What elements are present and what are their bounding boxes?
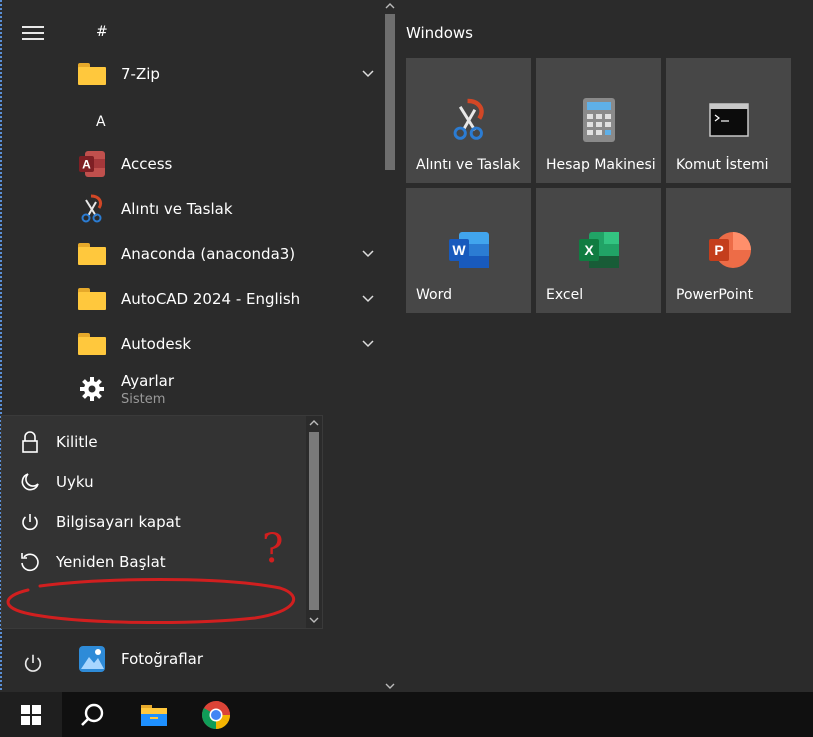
tile-snip-sketch[interactable]: Alıntı ve Taslak [406,58,531,183]
taskbar [0,692,813,737]
app-item-access[interactable]: A Access [76,144,382,184]
svg-text:W: W [452,242,466,258]
tiles-area: Windows Alıntı ve Taslak Hesap Makinesi … [398,0,813,692]
tile-calculator[interactable]: Hesap Makinesi [536,58,661,183]
tile-label: PowerPoint [676,287,754,303]
app-label: Ayarlar [121,371,175,390]
app-item-snip-sketch[interactable]: Alıntı ve Taslak [76,189,382,229]
app-item-autocad[interactable]: AutoCAD 2024 - English [76,279,382,319]
chevron-down-icon[interactable] [362,247,374,259]
power-restart-item[interactable]: Yeniden Başlat [2,542,306,582]
folder-icon [78,243,106,265]
menu-label: Bilgisayarı kapat [56,513,181,531]
word-icon: W [448,232,489,268]
tile-word[interactable]: W Word [406,188,531,313]
tile-group-title[interactable]: Windows [406,24,473,42]
powerpoint-icon: P [708,232,751,268]
power-shutdown-item[interactable]: Bilgisayarı kapat [2,502,306,542]
folder-icon [78,63,106,85]
tile-label: Hesap Makinesi [546,157,656,173]
section-header-hash[interactable]: # [96,24,108,40]
tile-label: Alıntı ve Taslak [416,157,521,173]
app-label: Autodesk [121,335,192,353]
scroll-up-icon[interactable] [309,419,319,427]
tile-label: Word [416,287,452,303]
taskbar-file-explorer[interactable] [124,692,184,737]
power-menu-scrollbar[interactable] [306,416,322,628]
scroll-down-icon[interactable] [309,616,319,624]
taskbar-chrome[interactable] [186,692,246,737]
moon-icon [21,473,39,491]
app-sublabel: Sistem [121,391,166,407]
power-lock-item[interactable]: Kilitle [2,422,306,462]
menu-label: Yeniden Başlat [56,553,166,571]
lock-icon [22,431,38,453]
excel-icon: X [578,232,619,268]
search-icon [81,703,104,726]
app-label: Fotoğraflar [121,650,204,668]
app-item-anaconda[interactable]: Anaconda (anaconda3) [76,234,382,274]
chrome-icon [202,700,230,729]
snip-sketch-icon [81,194,103,223]
app-label: 7-Zip [121,65,160,83]
scroll-up-icon[interactable] [385,2,395,10]
power-icon [22,514,38,531]
file-explorer-icon [141,704,167,726]
app-item-autodesk[interactable]: Autodesk [76,324,382,364]
folder-icon [78,333,106,355]
tile-command-prompt[interactable]: Komut İstemi [666,58,791,183]
scroll-down-icon[interactable] [385,682,395,690]
scrollbar-thumb[interactable] [309,432,319,610]
power-sleep-item[interactable]: Uyku [2,462,306,502]
restart-icon [21,553,39,572]
svg-text:X: X [584,242,594,258]
section-header-a[interactable]: A [96,114,106,130]
windows-logo-icon [21,704,41,725]
snip-sketch-icon [453,98,484,140]
power-menu: Kilitle Uyku Bilgisayarı kapat Yeniden B… [2,416,322,628]
svg-text:A: A [82,158,91,172]
menu-label: Uyku [56,473,94,491]
app-label: AutoCAD 2024 - English [121,290,301,308]
access-icon: A [79,151,105,177]
folder-icon [78,288,106,310]
start-button[interactable] [0,692,62,737]
tile-excel[interactable]: X Excel [536,188,661,313]
tile-powerpoint[interactable]: P PowerPoint [666,188,791,313]
app-item-7zip[interactable]: 7-Zip [76,54,382,94]
calculator-icon [582,98,615,142]
tile-label: Excel [546,287,584,303]
tile-label: Komut İstemi [676,157,769,173]
chevron-down-icon[interactable] [362,337,374,349]
scrollbar-thumb[interactable] [385,14,395,170]
app-list-scrollbar[interactable] [382,0,398,692]
taskbar-search-button[interactable] [62,692,122,737]
chevron-down-icon[interactable] [362,292,374,304]
app-item-settings[interactable]: Ayarlar Sistem [76,369,382,409]
app-item-photos[interactable]: Fotoğraflar [76,639,382,679]
photos-icon [79,646,105,672]
svg-text:P: P [714,242,723,258]
app-label: Alıntı ve Taslak [121,200,233,218]
chevron-down-icon[interactable] [362,67,374,79]
hamburger-menu-icon[interactable] [22,26,44,40]
app-label: Access [121,155,173,173]
terminal-icon [708,103,749,137]
menu-label: Kilitle [56,433,98,451]
gear-icon [80,377,104,401]
power-icon[interactable] [22,652,44,674]
app-label: Anaconda (anaconda3) [121,245,296,263]
